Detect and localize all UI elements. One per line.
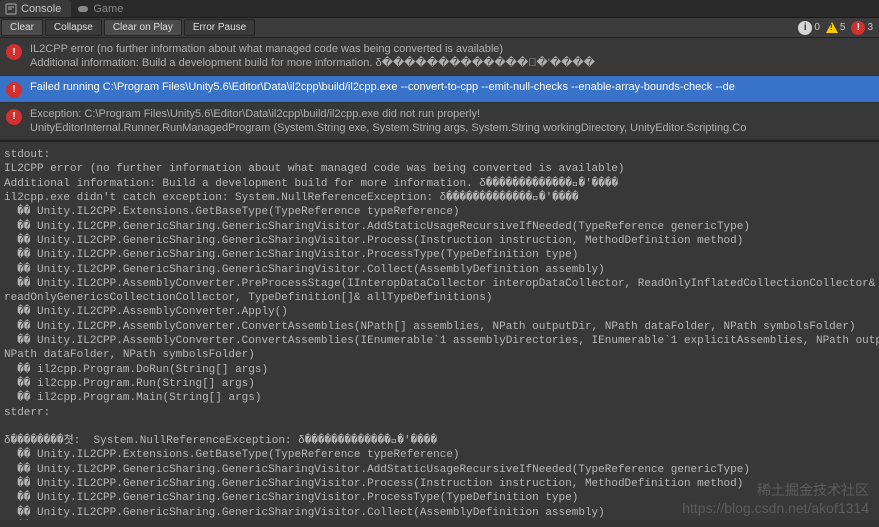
console-toolbar: Clear Collapse Clear on Play Error Pause… — [0, 18, 879, 38]
log-entry[interactable]: ! IL2CPP error (no further information a… — [0, 38, 879, 76]
warn-count[interactable]: 5 — [826, 22, 846, 33]
log-entry[interactable]: ! Failed running C:\Program Files\Unity5… — [0, 76, 879, 103]
tab-label: Game — [93, 3, 123, 15]
collapse-button[interactable]: Collapse — [45, 19, 102, 36]
log-text: Failed running C:\Program Files\Unity5.6… — [30, 80, 735, 94]
clear-on-play-button[interactable]: Clear on Play — [104, 19, 182, 36]
log-text: Exception: C:\Program Files\Unity5.6\Edi… — [30, 107, 746, 136]
log-text: IL2CPP error (no further information abo… — [30, 42, 595, 71]
error-count[interactable]: ! 3 — [851, 21, 873, 35]
error-icon: ! — [6, 109, 22, 125]
count-text: 5 — [840, 22, 846, 33]
panel-tab-bar: Console Game — [0, 0, 879, 18]
toolbar-stats: i 0 5 ! 3 — [798, 21, 879, 35]
console-icon — [5, 3, 17, 15]
error-icon: ! — [6, 44, 22, 60]
error-pause-button[interactable]: Error Pause — [184, 19, 255, 36]
game-icon — [77, 3, 89, 15]
info-count[interactable]: i 0 — [798, 21, 820, 35]
warning-icon — [826, 22, 838, 33]
info-icon: i — [798, 21, 812, 35]
tab-console[interactable]: Console — [0, 0, 71, 17]
tab-label: Console — [21, 3, 61, 15]
error-icon: ! — [851, 21, 865, 35]
error-icon: ! — [6, 82, 22, 98]
count-text: 3 — [867, 22, 873, 33]
tab-game[interactable]: Game — [72, 0, 133, 17]
log-entry[interactable]: ! Exception: C:\Program Files\Unity5.6\E… — [0, 103, 879, 141]
count-text: 0 — [814, 22, 820, 33]
clear-button[interactable]: Clear — [1, 19, 43, 36]
console-log-list: ! IL2CPP error (no further information a… — [0, 38, 879, 140]
console-detail-panel[interactable]: stdout: IL2CPP error (no further informa… — [0, 140, 879, 520]
